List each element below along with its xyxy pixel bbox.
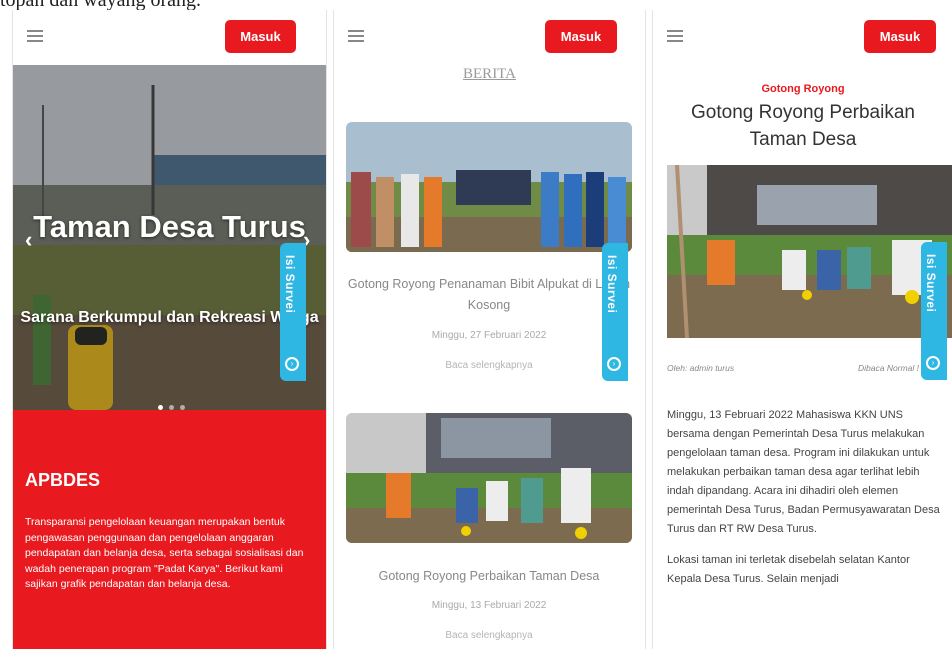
survey-tab[interactable]: Isi Survei › [921,242,947,380]
article-paragraph: Minggu, 13 Februari 2022 Mahasiswa KKN U… [667,409,940,535]
login-button[interactable]: Masuk [864,20,936,53]
news-image[interactable] [346,122,632,252]
apbdes-text: Transparansi pengelolaan keuangan merupa… [25,516,304,590]
news-image[interactable] [346,413,632,543]
news-title[interactable]: Gotong Royong Perbaikan Taman Desa [346,566,632,587]
article-views: Dibaca Normal ! [858,363,919,373]
login-button[interactable]: Masuk [225,20,296,53]
survey-icon: › [285,357,299,371]
survey-tab[interactable]: Isi Survei › [280,243,306,381]
article-body: Minggu, 13 Februari 2022 Mahasiswa KKN U… [667,406,945,601]
article-category[interactable]: Gotong Royong [653,83,952,95]
navbar: Masuk [653,10,952,65]
article-author: Oleh: admin turus [667,363,735,373]
hamburger-icon[interactable] [667,30,683,42]
article-photo [667,165,952,338]
login-button[interactable]: Masuk [545,20,617,53]
news-date: Minggu, 27 Februari 2022 [431,330,547,341]
apbdes-section: APBDES Transparansi pengelolaan keuangan… [13,410,326,649]
article-title: Gotong Royong Perbaikan Taman Desa [691,102,915,150]
news-date: Minggu, 13 Februari 2022 [431,600,547,611]
apbdes-title: APBDES [25,470,101,490]
survey-icon: › [607,357,621,371]
read-more-link[interactable]: Baca selengkapnya [346,360,632,371]
news-header[interactable]: BERITA [334,66,645,83]
survey-label: Isi Survei [924,254,938,313]
survey-tab[interactable]: Isi Survei › [602,243,628,381]
survey-label: Isi Survei [283,255,297,314]
survey-label: Isi Survei [605,255,619,314]
read-more-link[interactable]: Baca selengkapnya [346,630,632,641]
news-title[interactable]: Gotong Royong Penanaman Bibit Alpukat di… [346,274,632,316]
phone-article: Masuk Gotong Royong Gotong Royong Perbai… [652,10,952,649]
hamburger-icon[interactable] [27,30,43,42]
survey-icon: › [926,356,940,370]
top-caption: topan dan wayang orang. [0,0,202,11]
hamburger-icon[interactable] [348,30,364,42]
phone-news: Masuk BERITA Gotong Royong Penanaman Bib… [333,10,646,649]
news-photo [346,122,632,252]
hero-title: Taman Desa Turus [33,209,306,244]
phone-home: Masuk Taman Desa Turus Sarana Berkumpul … [12,10,327,649]
navbar: Masuk [334,10,645,65]
chevron-left-icon[interactable]: ‹ [25,227,32,253]
article-image [667,165,952,338]
navbar: Masuk [13,10,326,65]
article-paragraph: Lokasi taman ini terletak disebelah sela… [667,554,910,585]
news-photo [346,413,632,543]
